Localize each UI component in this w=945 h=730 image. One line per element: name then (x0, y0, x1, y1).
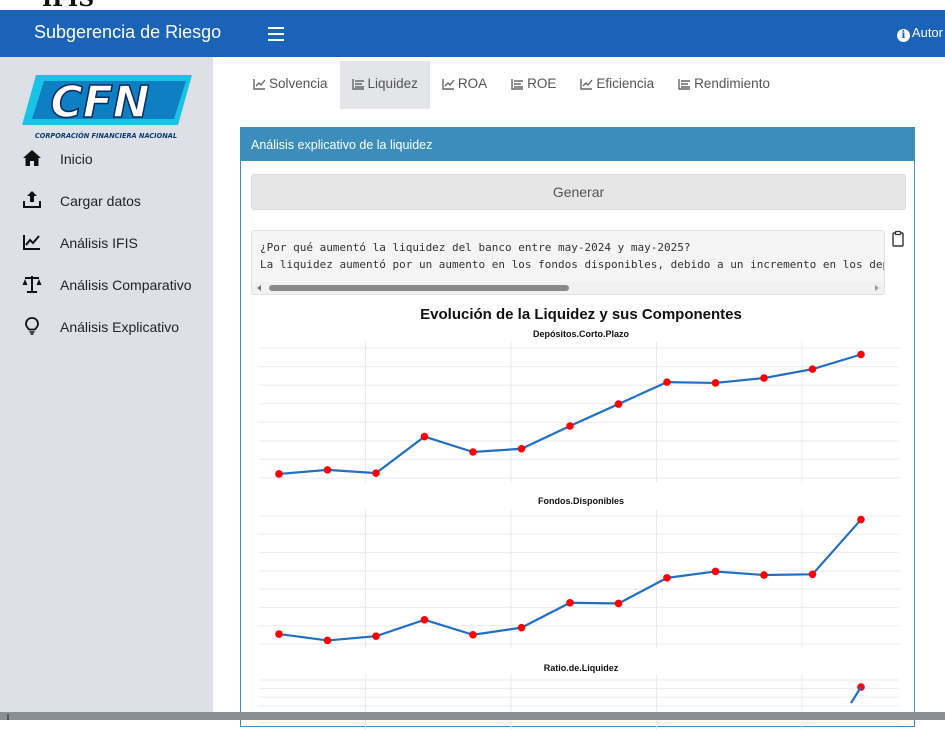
sidebar-item-label: Análisis Explicativo (60, 319, 180, 335)
scroll-right-icon[interactable] (875, 285, 879, 291)
generate-button[interactable]: Generar (251, 174, 906, 210)
chart-panel: Depósitos.Corto.Plazo (259, 329, 899, 482)
scroll-left-icon[interactable] (257, 285, 261, 291)
data-point (808, 570, 817, 579)
data-point (275, 630, 283, 638)
data-point (663, 378, 671, 386)
data-point (517, 623, 526, 632)
logo-text: CFN (50, 77, 149, 128)
sidebar-item-analisis-comparativo[interactable]: Análisis Comparativo (0, 263, 213, 305)
line-chart-icon (23, 235, 40, 250)
data-point (760, 571, 768, 579)
sidebar: CFN CORPORACIÓN FINANCIERA NACIONAL Inic… (0, 57, 213, 712)
panel-title: Ratio.de.Liquidez (544, 663, 619, 673)
horizontal-scrollbar[interactable] (252, 282, 884, 294)
tab-liquidez[interactable]: Liquidez (339, 61, 430, 109)
sidebar-item-cargar-datos[interactable]: Cargar datos (0, 179, 213, 221)
series-line (278, 518, 862, 642)
top-navbar: Subgerencia de Riesgo i Autor (0, 10, 945, 57)
tab-label: ROA (457, 76, 488, 91)
clipboard-icon[interactable] (889, 230, 907, 248)
tab-rendimiento[interactable]: Rendimiento (666, 61, 782, 109)
analysis-card: Análisis explicativo de la liquidez Gene… (240, 127, 915, 730)
cfn-logo: CFN CORPORACIÓN FINANCIERA NACIONAL (22, 75, 192, 140)
tab-bar: Solvencia Liquidez ROA ROE Eficiencia Re… (241, 61, 782, 109)
sidebar-item-inicio[interactable]: Inicio (0, 137, 213, 179)
author-link[interactable]: i Autor (896, 10, 943, 57)
liquidity-chart: Evolución de la Liquidez y sus Component… (259, 306, 899, 730)
tab-label: Eficiencia (596, 76, 655, 91)
data-point (711, 379, 720, 387)
output-question: ¿Por qué aumentó la liquidez del banco e… (260, 241, 691, 254)
panel-title: Depósitos.Corto.Plazo (533, 329, 630, 339)
sidebar-item-label: Análisis IFIS (60, 235, 138, 251)
line-chart-icon (253, 79, 266, 90)
main-content: Solvencia Liquidez ROA ROE Eficiencia Re… (213, 57, 945, 730)
tab-roe[interactable]: ROE (499, 61, 568, 109)
tab-solvencia[interactable]: Solvencia (241, 61, 340, 109)
series-line (850, 686, 862, 704)
tab-label: ROE (527, 76, 557, 91)
app-title: Subgerencia de Riesgo (34, 22, 222, 42)
sidebar-item-label: Análisis Comparativo (60, 277, 192, 293)
line-chart-icon (580, 79, 593, 90)
data-point (566, 422, 574, 430)
output-answer: La liquidez aumentó por un aumento en lo… (260, 258, 885, 271)
data-point (517, 444, 526, 453)
sidebar-item-analisis-explicativo[interactable]: Análisis Explicativo (0, 305, 213, 347)
sidebar-item-label: Cargar datos (60, 193, 141, 209)
data-point (372, 632, 380, 640)
home-icon (23, 150, 41, 166)
bottom-scrollbar[interactable] (0, 712, 945, 720)
sidebar-item-label: Inicio (60, 151, 93, 167)
tab-roa[interactable]: ROA (430, 61, 499, 109)
tab-label: Rendimiento (694, 76, 770, 91)
series-line (278, 353, 862, 476)
data-point (614, 400, 623, 408)
data-point (711, 567, 720, 576)
bar-list-icon (511, 79, 524, 90)
tab-eficiencia[interactable]: Eficiencia (568, 61, 666, 109)
sidebar-nav: Inicio Cargar datos Análisis IFIS Anális… (0, 137, 213, 347)
scrollbar-thumb[interactable] (269, 285, 569, 291)
chart-panel: Fondos.Disponibles (259, 496, 899, 648)
analysis-output[interactable]: ¿Por qué aumentó la liquidez del banco e… (251, 230, 885, 295)
bar-list-icon (351, 79, 364, 90)
data-point (323, 466, 332, 474)
sidebar-item-analisis-ifis[interactable]: Análisis IFIS (0, 221, 213, 263)
balance-scale-icon (22, 276, 42, 293)
chart-title: Evolución de la Liquidez y sus Component… (420, 306, 742, 323)
upload-icon (23, 191, 41, 208)
data-point (760, 374, 768, 382)
card-title: Análisis explicativo de la liquidez (241, 128, 914, 161)
data-point (566, 598, 574, 607)
line-chart-icon (442, 79, 455, 90)
data-point (323, 636, 332, 645)
tab-label: Solvencia (269, 76, 328, 91)
page-title-strip: IFIS (0, 0, 945, 10)
data-point (857, 515, 865, 524)
panel-title: Fondos.Disponibles (538, 496, 624, 506)
data-point (420, 432, 429, 441)
lightbulb-icon (25, 317, 39, 335)
data-point (469, 448, 477, 456)
page-title-fragment: IFIS (42, 0, 94, 10)
data-point (614, 599, 623, 608)
bar-list-icon (678, 79, 691, 90)
data-point (372, 469, 380, 477)
data-point (857, 350, 865, 359)
tab-label: Liquidez (367, 76, 418, 91)
data-point (808, 365, 817, 373)
data-point (275, 470, 283, 478)
data-point (420, 616, 429, 624)
data-point (469, 630, 477, 639)
menu-toggle-icon[interactable] (268, 23, 284, 43)
data-point (663, 574, 671, 582)
info-icon: i (896, 29, 910, 42)
author-label: Autor (911, 25, 943, 40)
